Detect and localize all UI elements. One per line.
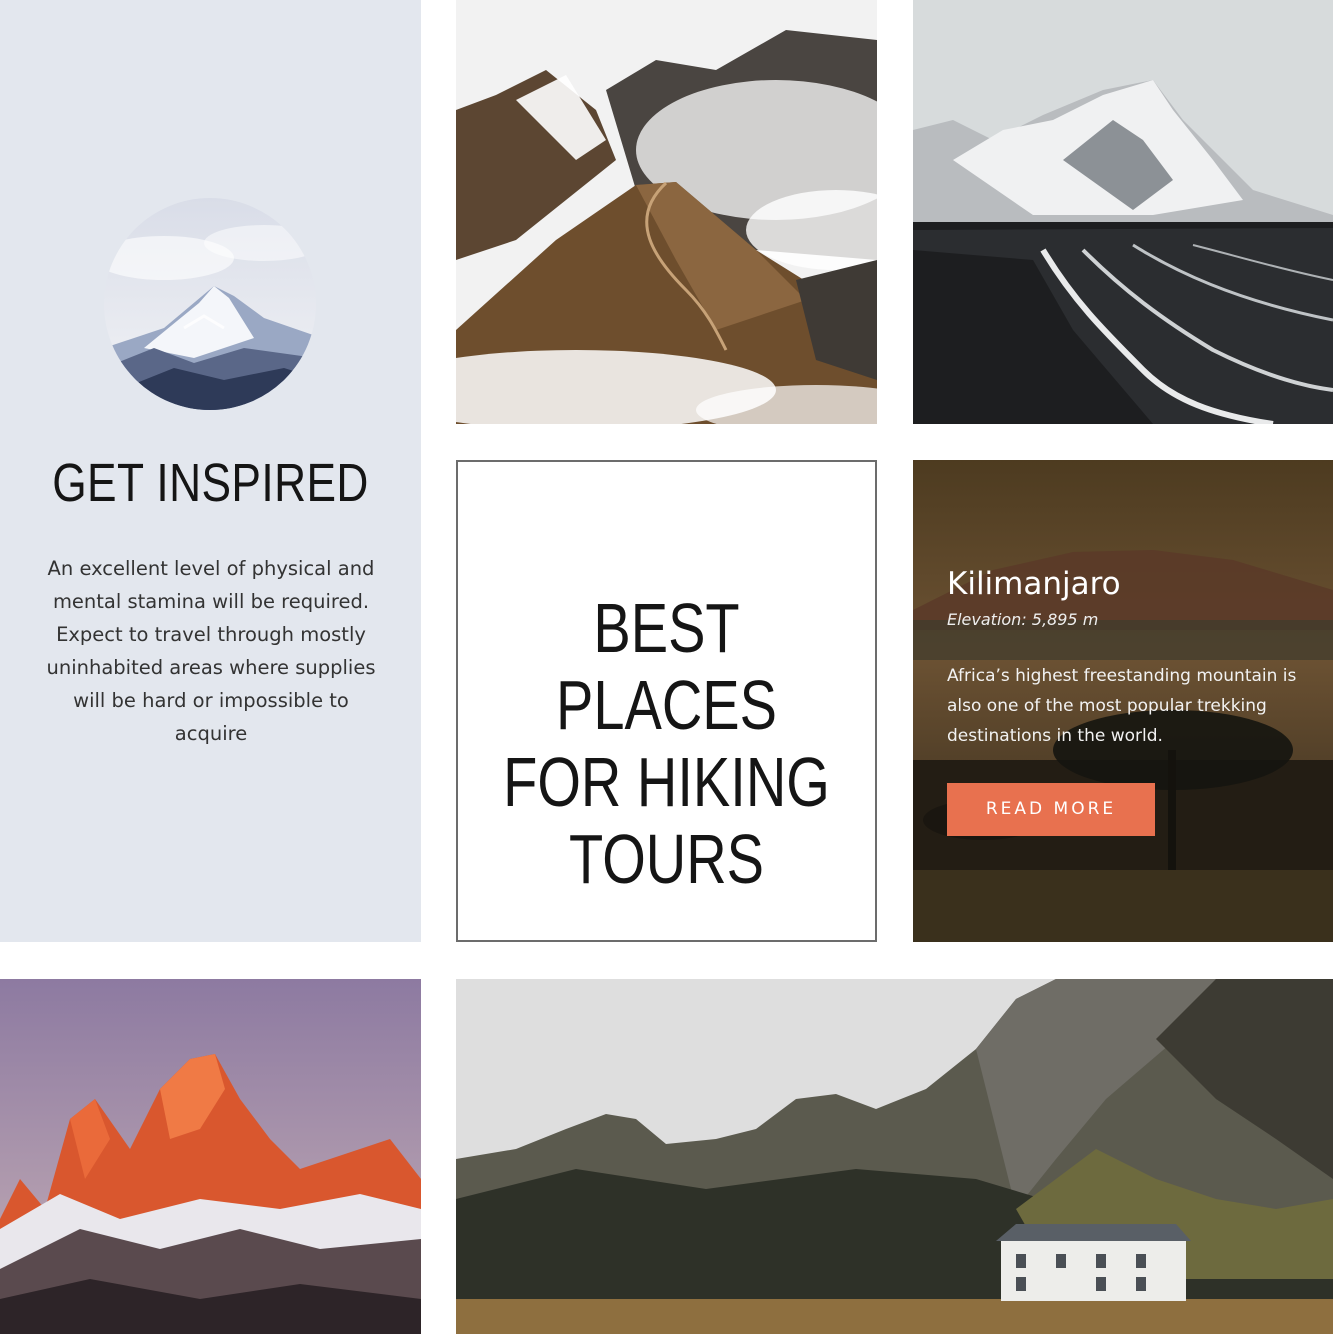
title-line-1: BEST PLACES [556,589,777,744]
mountain-circle-image [104,198,316,410]
kilimanjaro-title: Kilimanjaro [947,566,1121,602]
mountain-valley-house-image [456,979,1333,1334]
read-more-button[interactable]: READ MORE [947,783,1155,836]
title-line-2: FOR HIKING [503,743,830,821]
kilimanjaro-card: Kilimanjaro Elevation: 5,895 m Africa’s … [913,460,1333,942]
sunset-peaks-image [0,979,421,1334]
kilimanjaro-elevation: Elevation: 5,895 m [947,610,1099,629]
valley-house-photo-tile [456,979,1333,1334]
title-line-3: TOURS [569,820,764,898]
inspire-description: An excellent level of physical and menta… [46,557,376,745]
volcano-photo-tile [456,0,877,424]
snowy-peak-image [104,198,316,410]
kilimanjaro-content: Kilimanjaro Elevation: 5,895 m Africa’s … [947,564,1307,836]
kilimanjaro-description: Africa’s highest freestanding mountain i… [947,666,1297,746]
volcanic-ridge-image [456,0,877,424]
best-places-card: BEST PLACES FOR HIKING TOURS [456,460,877,942]
best-places-title: BEST PLACES FOR HIKING TOURS [458,590,875,898]
orange-peaks-photo-tile [0,979,421,1334]
inspire-card: GET INSPIRED An excellent level of physi… [0,0,421,942]
inspire-heading: GET INSPIRED [52,453,369,513]
beach-mountain-photo-tile [913,0,1333,424]
coastal-mountain-image [913,0,1333,424]
